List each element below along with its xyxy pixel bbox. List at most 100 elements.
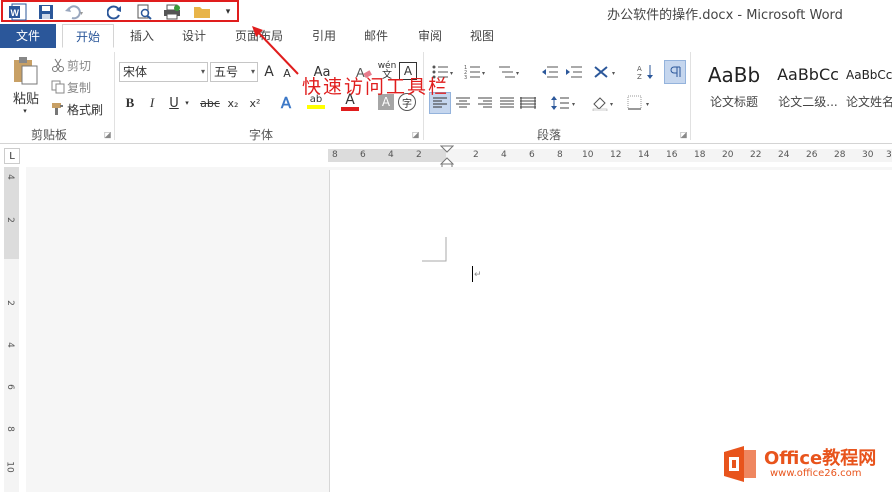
- ruler-number: 24: [778, 150, 790, 160]
- line-spacing-icon[interactable]: ▾: [550, 93, 580, 113]
- font-launcher-icon[interactable]: ◪: [412, 130, 420, 139]
- ruler-number: 2: [4, 217, 15, 223]
- paragraph-launcher-icon[interactable]: ◪: [680, 130, 688, 139]
- clipboard-group-label: 剪贴板: [31, 128, 68, 142]
- redo-icon[interactable]: [105, 2, 125, 22]
- font-group-label: 字体: [249, 128, 274, 142]
- style-item[interactable]: AaBbCcI 论文姓名: [846, 58, 892, 114]
- copy-button[interactable]: 复制: [67, 78, 91, 96]
- cut-button[interactable]: 剪切: [67, 56, 91, 74]
- style-name: 论文标题: [709, 95, 758, 109]
- increase-indent-icon[interactable]: [564, 62, 584, 82]
- style-preview: AaBb: [707, 63, 761, 87]
- italic-button[interactable]: I: [144, 94, 160, 112]
- ruler-number: 6: [4, 384, 15, 390]
- tab-selector-icon[interactable]: L: [4, 148, 20, 164]
- sort-icon[interactable]: AZ: [636, 62, 656, 82]
- paste-icon[interactable]: [10, 56, 40, 86]
- style-item[interactable]: AaBb 论文标题: [698, 58, 770, 114]
- format-painter-button[interactable]: 格式刷: [67, 100, 103, 118]
- copy-icon[interactable]: [50, 79, 66, 95]
- svg-text:▾: ▾: [610, 101, 613, 108]
- window-title: 办公软件的操作.docx - Microsoft Word: [607, 8, 843, 23]
- tab-insert[interactable]: 插入: [120, 24, 164, 48]
- print-preview-icon[interactable]: [134, 2, 154, 22]
- shading-icon[interactable]: ▾: [590, 93, 620, 113]
- subscript-button[interactable]: x₂: [224, 94, 242, 112]
- open-folder-icon[interactable]: [192, 2, 212, 22]
- underline-button[interactable]: U: [166, 94, 182, 112]
- print-icon[interactable]: [162, 2, 182, 22]
- bold-button[interactable]: B: [122, 94, 138, 112]
- office-logo-icon: [724, 446, 756, 482]
- ruler-number: 22: [750, 150, 762, 160]
- tab-file[interactable]: 文件: [0, 24, 56, 48]
- annotation-arrow: [252, 26, 299, 75]
- borders-icon[interactable]: ▾: [626, 93, 656, 113]
- font-color-swatch: [341, 106, 359, 111]
- svg-text:▾: ▾: [646, 101, 649, 108]
- ruler-number: 8: [4, 426, 15, 432]
- svg-text:A: A: [637, 65, 642, 73]
- svg-text:▾: ▾: [572, 101, 575, 108]
- svg-text:▾: ▾: [80, 10, 83, 17]
- ruler-number: 4: [4, 342, 15, 348]
- strikethrough-button[interactable]: abc: [199, 94, 221, 112]
- word-logo-icon[interactable]: W: [8, 2, 28, 22]
- paste-dropdown-icon[interactable]: ▾: [18, 106, 32, 116]
- font-name-combo[interactable]: 宋体 ▾: [119, 62, 208, 82]
- format-painter-icon[interactable]: [50, 101, 66, 117]
- align-right-icon[interactable]: [475, 93, 495, 113]
- style-item[interactable]: AaBbCc 论文二级...: [772, 58, 844, 114]
- ruler-number: 20: [722, 150, 734, 160]
- style-name: 论文二级...: [778, 95, 838, 109]
- svg-text:▾: ▾: [612, 70, 615, 77]
- ruler-number: 26: [806, 150, 818, 160]
- svg-text:▾: ▾: [450, 70, 453, 77]
- tab-review[interactable]: 审阅: [408, 24, 452, 48]
- cut-icon[interactable]: [50, 57, 66, 73]
- superscript-button[interactable]: x²: [246, 94, 264, 112]
- ruler-number: 4: [4, 174, 15, 180]
- svg-text:▾: ▾: [516, 70, 519, 77]
- underline-dropdown-icon[interactable]: ▾: [182, 96, 192, 110]
- ruler-number: 8: [557, 150, 563, 160]
- style-preview: AaBbCc: [777, 65, 839, 84]
- tab-design[interactable]: 设计: [172, 24, 216, 48]
- svg-text:▾: ▾: [482, 70, 485, 77]
- customize-dropdown-icon[interactable]: ▾: [218, 2, 238, 22]
- show-marks-icon[interactable]: [664, 60, 686, 84]
- justify-icon[interactable]: [497, 93, 517, 113]
- tab-mailings[interactable]: 邮件: [354, 24, 398, 48]
- ruler-number: 2: [4, 300, 15, 306]
- align-center-icon[interactable]: [453, 93, 473, 113]
- style-preview: AaBbCcI: [846, 68, 892, 82]
- ruler-number: 4: [388, 150, 394, 160]
- ruler-margin: [328, 149, 446, 162]
- decrease-indent-icon[interactable]: [540, 62, 560, 82]
- group-separator: [114, 52, 115, 140]
- text-effect-button[interactable]: A: [276, 93, 296, 113]
- paragraph-mark: ↵: [474, 270, 482, 280]
- ruler-number: 4: [501, 150, 507, 160]
- numbering-icon[interactable]: 1 2 3 ▾: [462, 62, 490, 82]
- ruler-number: 16: [666, 150, 678, 160]
- ruler-number: 28: [834, 150, 846, 160]
- group-separator: [690, 52, 691, 140]
- ruler-number: 2: [473, 150, 479, 160]
- chevron-down-icon[interactable]: ▾: [201, 63, 205, 81]
- ruler-number: 18: [694, 150, 706, 160]
- site-watermark: Office教程网 www.office26.com: [720, 440, 890, 490]
- style-name: 论文姓名: [846, 95, 892, 109]
- undo-icon[interactable]: ▾: [64, 2, 84, 22]
- svg-text:Z: Z: [637, 73, 642, 80]
- tab-home[interactable]: 开始: [62, 24, 114, 48]
- multilevel-list-icon[interactable]: ▾: [496, 62, 524, 82]
- paste-button[interactable]: 粘贴: [8, 88, 44, 107]
- chinese-layout-icon[interactable]: ▾: [592, 62, 622, 82]
- ruler-number: 10: [582, 150, 594, 160]
- save-icon[interactable]: [36, 2, 56, 22]
- tab-view[interactable]: 视图: [460, 24, 504, 48]
- clipboard-launcher-icon[interactable]: ◪: [104, 130, 112, 139]
- distributed-icon[interactable]: [518, 93, 538, 113]
